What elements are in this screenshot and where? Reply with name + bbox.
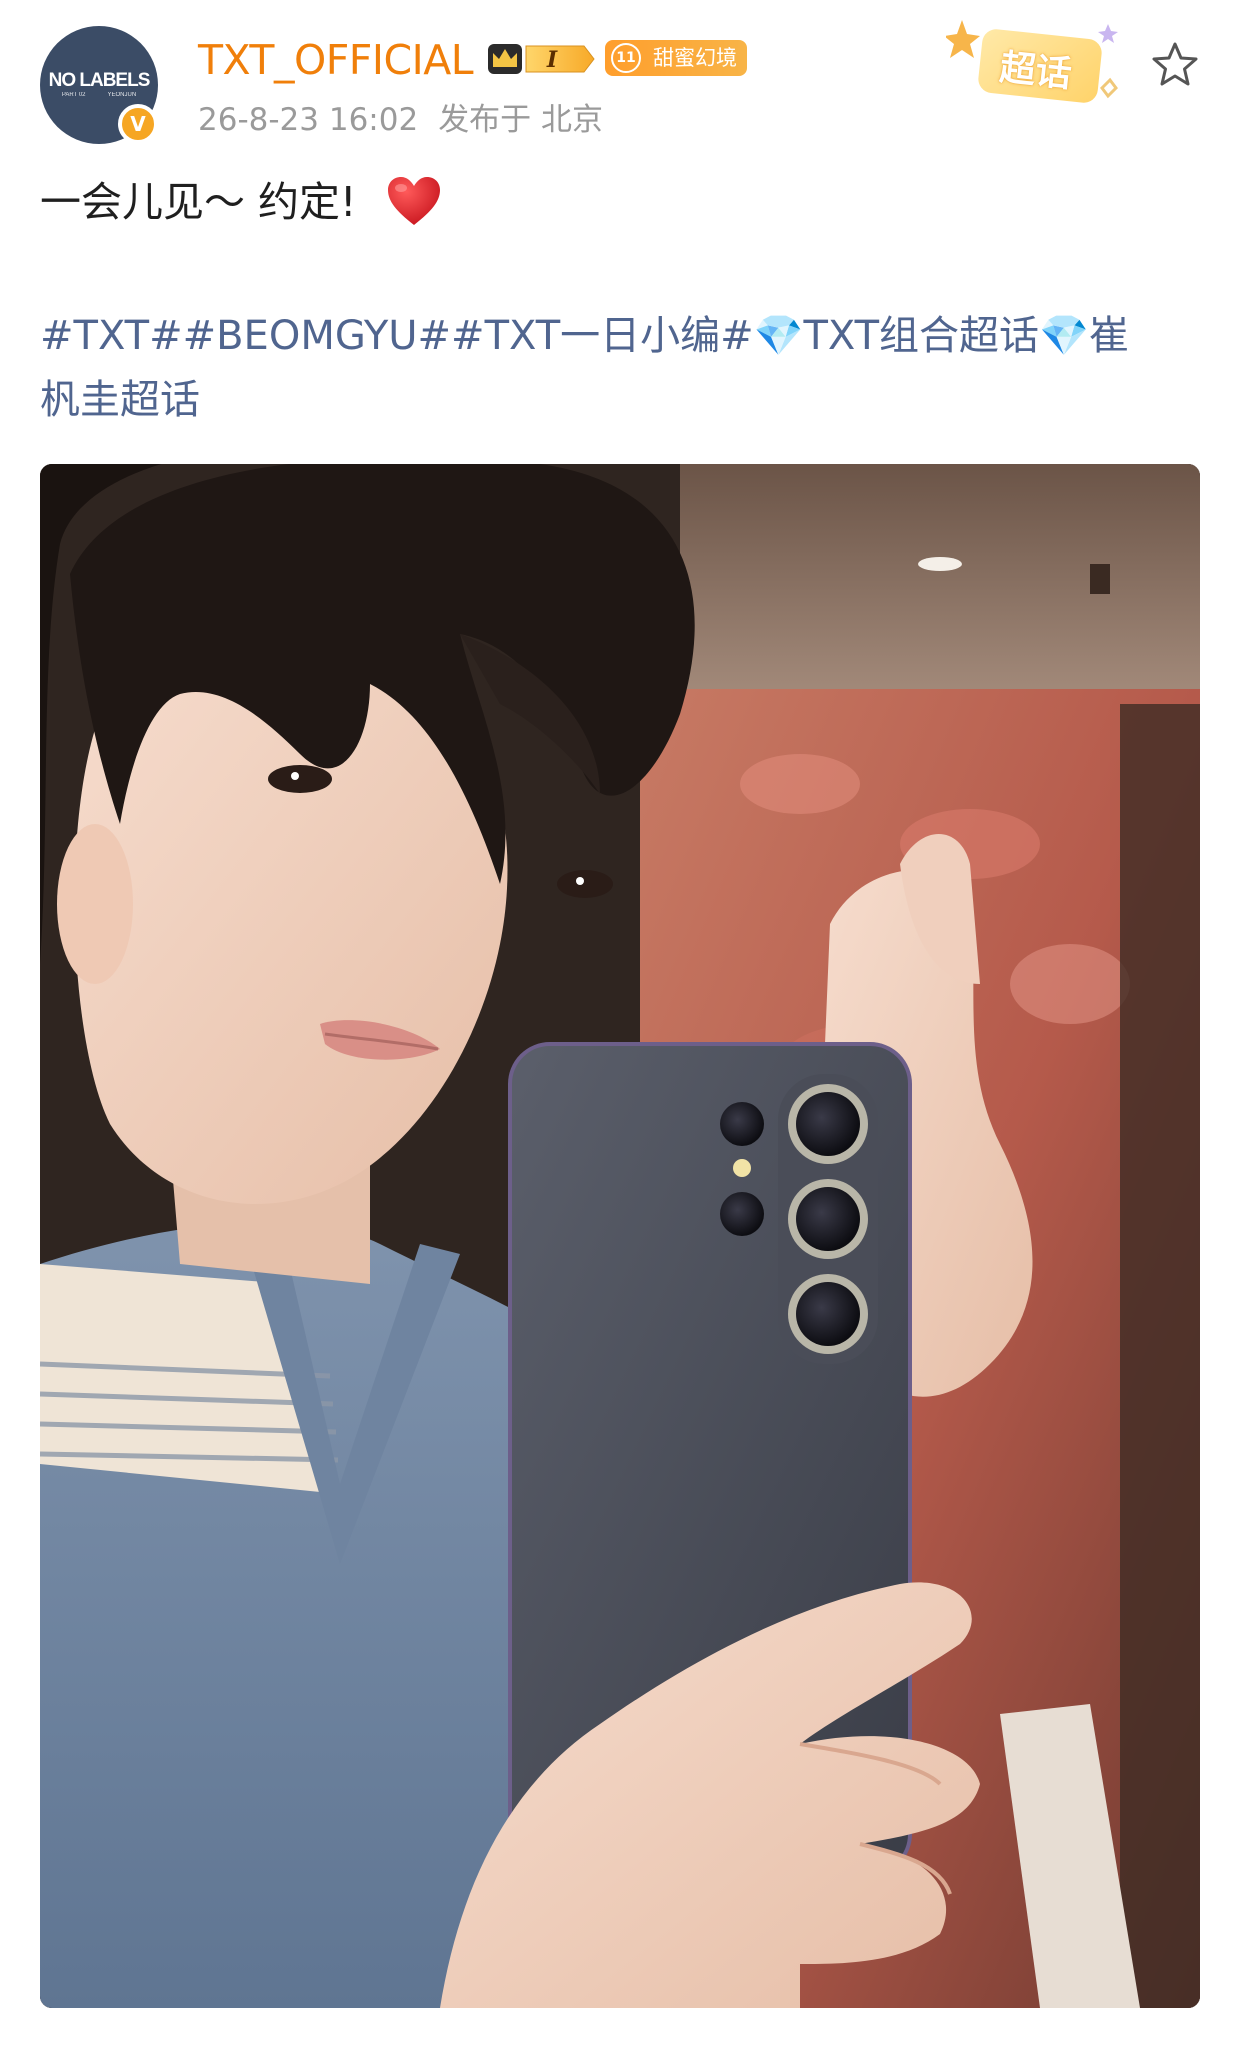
vip-level: I [546,47,558,73]
topic-line-2[interactable]: 杋圭超话 [40,368,1210,432]
post-photo[interactable] [40,464,1200,2008]
username[interactable]: TXT_OFFICIAL [198,34,474,86]
fan-badge-level: 11 [611,43,641,73]
red-heart-icon [388,177,441,225]
selfie-illustration [40,464,1200,2008]
post-header: NO LABELS PART 02 YEONJUN V TXT_OFFICIAL… [0,0,1240,170]
topic-links[interactable]: #TXT##BEOMGYU##TXT一日小编#💎TXT组合超话💎崔 杋圭超话 [40,304,1210,432]
supertopic-button[interactable]: 超话 [946,18,1122,105]
verified-v-icon: V [118,104,158,144]
crown-icon [488,44,522,74]
topic-line-1[interactable]: #TXT##BEOMGYU##TXT一日小编#💎TXT组合超话💎崔 [40,304,1210,368]
post-body-text: 一会儿见～ 约定! [40,172,442,232]
fan-badge[interactable]: 11 甜蜜幻境 [605,40,747,76]
supertopic-label: 超话 [997,47,1074,96]
avatar-text: NO LABELS [48,70,151,91]
star-outline-icon[interactable] [1150,40,1200,90]
post-location: 发布于 北京 [438,102,604,138]
vip-badge[interactable]: I [486,40,596,78]
fan-badge-label: 甜蜜幻境 [653,46,737,70]
post-meta: 26-8-23 16:02 发布于 北京 [198,100,603,140]
post-message: 一会儿见～ 约定! [40,178,357,226]
post-date: 26-8-23 16:02 [198,102,419,138]
avatar-subtext: PART 02 YEONJUN [61,92,137,98]
